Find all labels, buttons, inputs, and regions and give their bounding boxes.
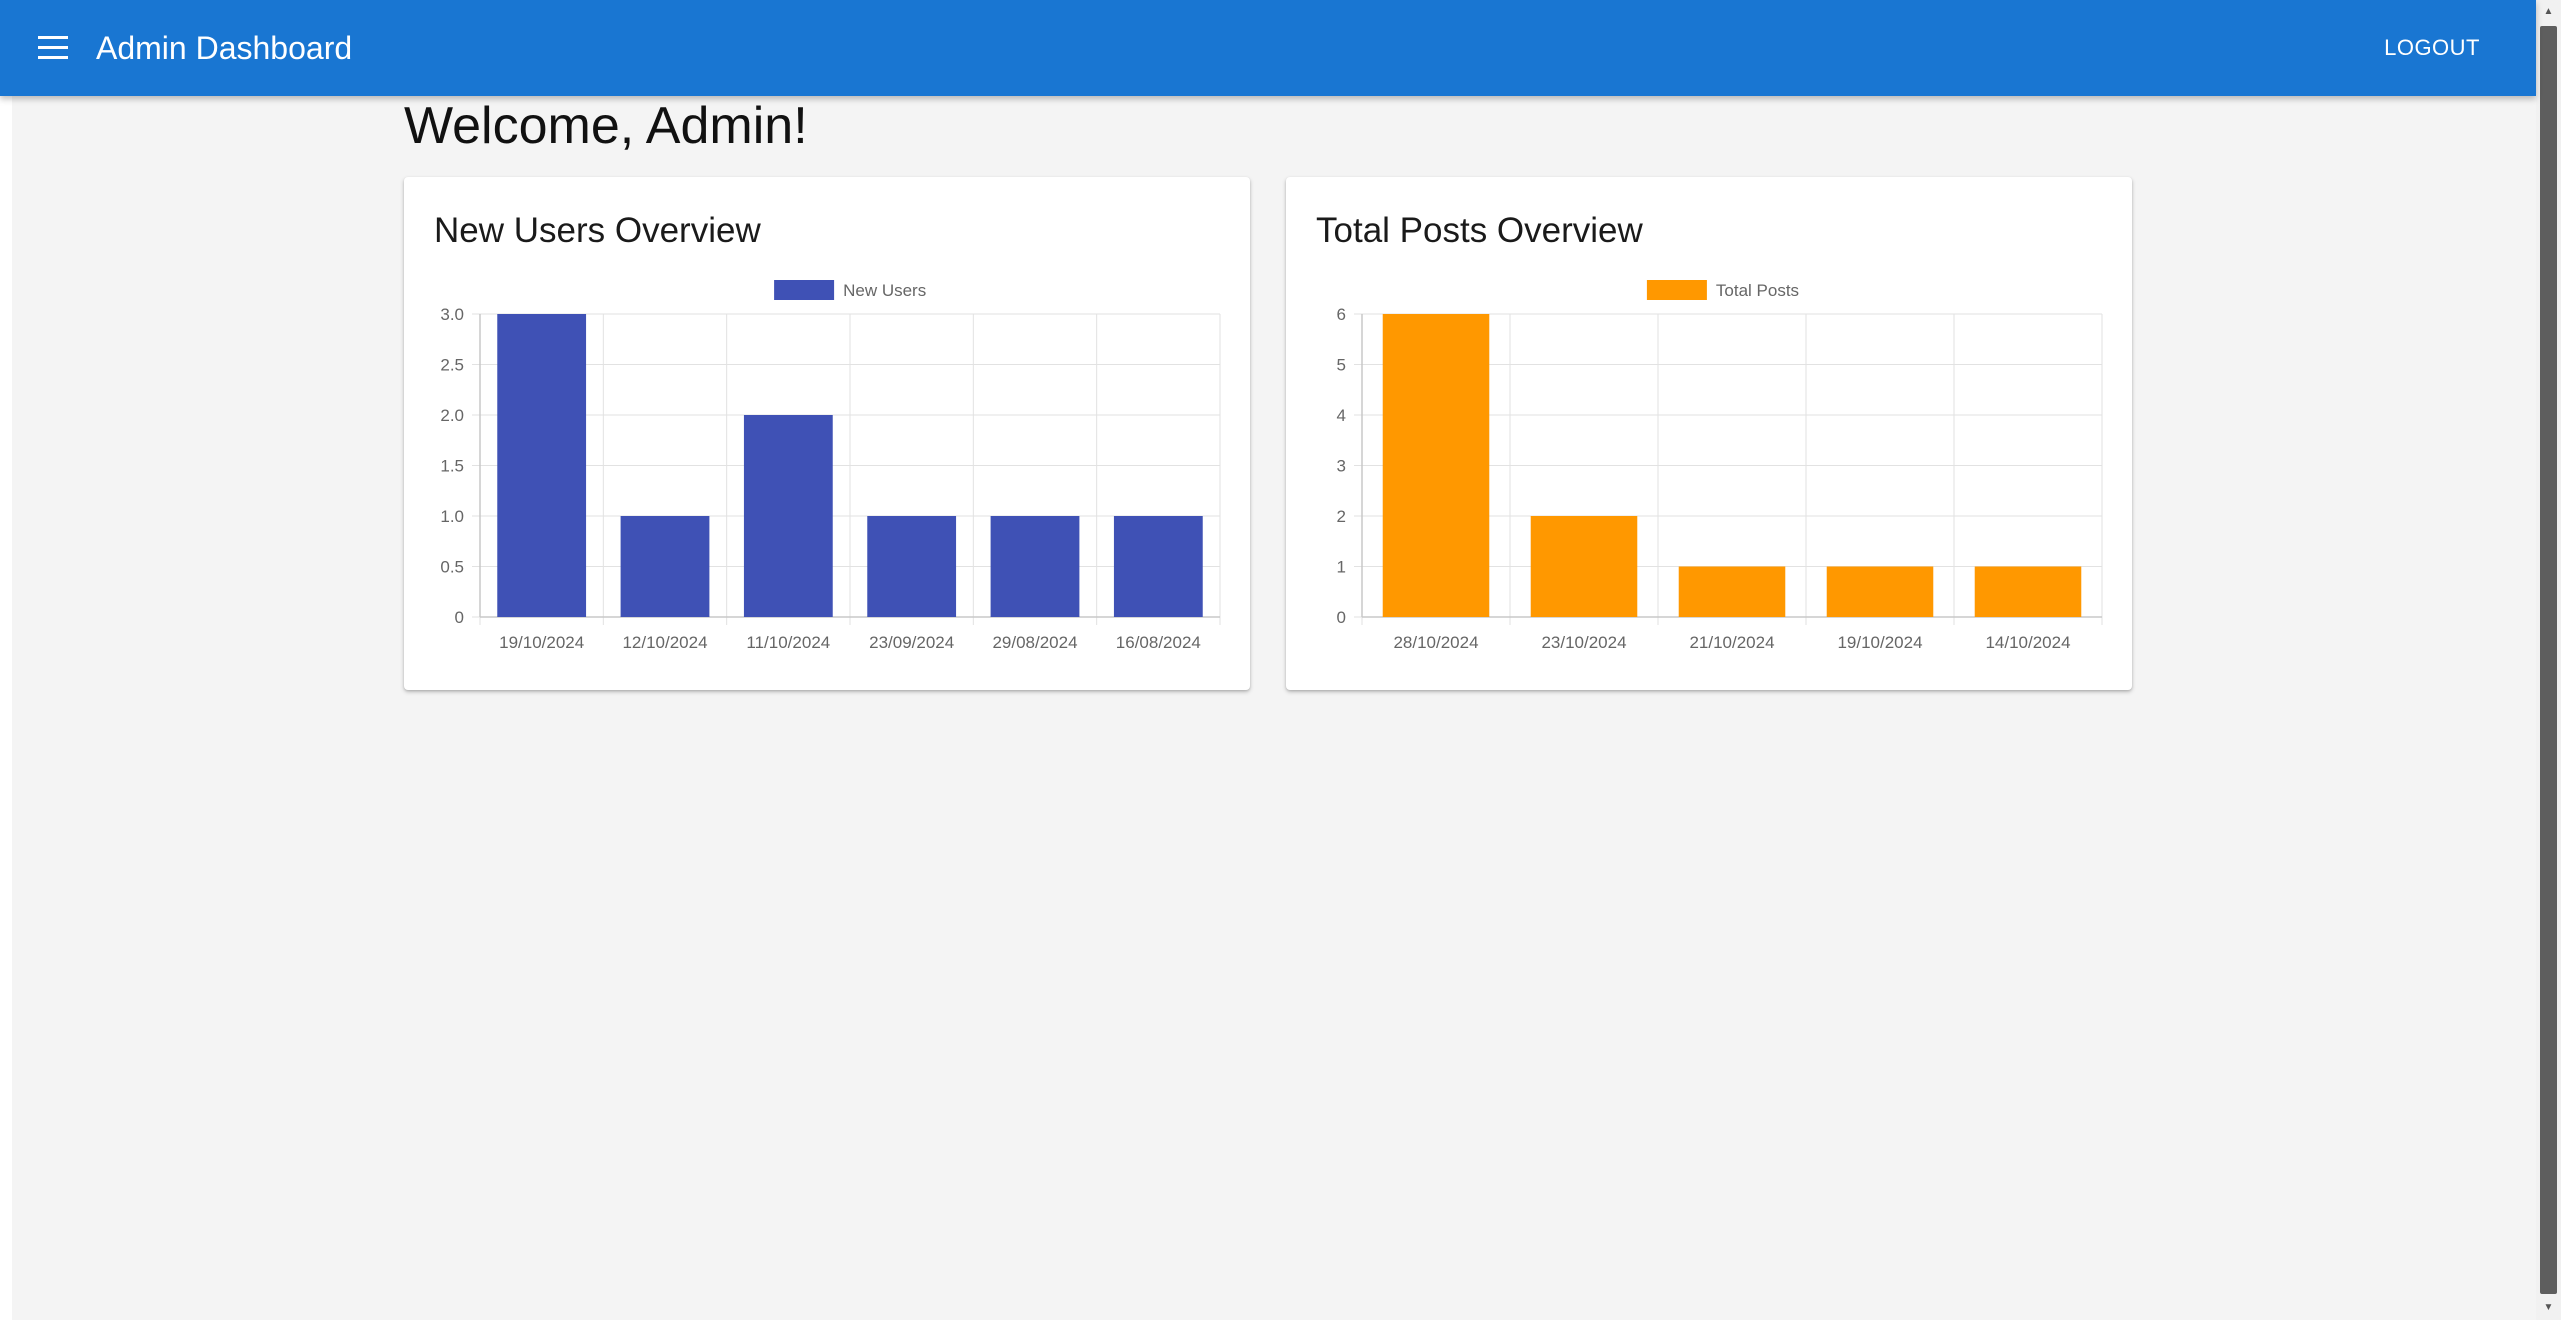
x-tick-label: 19/10/2024 [1837,633,1922,652]
y-tick-label: 0 [1337,608,1346,627]
bar [1113,516,1203,617]
bar [1826,566,1934,617]
total-posts-card: Total Posts Overview 0 1 2 3 4 5 6 28/10/2024 23… [1286,177,2132,690]
y-tick-label: 1.0 [440,507,464,526]
vertical-scrollbar[interactable]: ▲ ▼ [2536,0,2561,1320]
logout-button[interactable]: LOGOUT [2368,28,2496,68]
bar [1678,566,1786,617]
y-tick-label: 3.0 [440,305,464,324]
legend-swatch [1646,280,1707,300]
scroll-up-arrow-icon[interactable]: ▲ [2536,0,2561,24]
bar [990,516,1080,617]
total-posts-bar-chart: 0 1 2 3 4 5 6 28/10/2024 23/10/2024 21/10/2024 19/… [1337,280,2103,652]
bar [743,415,833,617]
bar [1974,566,2082,617]
y-tick-label: 0.5 [440,558,464,577]
new-users-bar-chart: 0 0.5 1.0 1.5 2.0 2.5 3.0 19/10/2024 12/10/2024 1… [440,280,1221,652]
bar [1530,516,1638,617]
x-tick-label: 29/08/2024 [992,633,1077,652]
hamburger-menu-icon[interactable] [38,36,68,60]
y-tick-label: 6 [1337,305,1346,324]
y-tick-label: 2 [1337,507,1346,526]
legend-label: Total Posts [1716,281,1799,300]
y-tick-label: 1 [1337,558,1346,577]
y-tick-label: 2.0 [440,406,464,425]
x-tick-label: 28/10/2024 [1393,633,1478,652]
y-tick-label: 0 [455,608,464,627]
x-tick-label: 12/10/2024 [622,633,707,652]
x-tick-label: 23/10/2024 [1541,633,1626,652]
y-tick-label: 5 [1337,356,1346,375]
y-tick-label: 2.5 [440,356,464,375]
legend-swatch [774,280,835,300]
app-bar: Admin Dashboard LOGOUT [0,0,2536,96]
y-tick-label: 1.5 [440,457,464,476]
bar [620,516,710,617]
new-users-card: New Users Overview 0 0.5 1.0 1.5 2.0 2.5 3.0 19… [404,177,1250,690]
x-tick-label: 14/10/2024 [1985,633,2070,652]
scrollbar-thumb[interactable] [2540,26,2557,1294]
app-title: Admin Dashboard [96,30,353,66]
bar [497,314,587,617]
y-tick-label: 4 [1337,406,1346,425]
x-tick-label: 11/10/2024 [746,633,830,652]
x-tick-label: 21/10/2024 [1689,633,1774,652]
x-tick-label: 19/10/2024 [499,633,584,652]
page-left-edge [0,0,12,1320]
x-tick-label: 23/09/2024 [869,633,954,652]
legend-label: New Users [843,281,926,300]
y-tick-label: 3 [1337,457,1346,476]
bar [1382,314,1490,617]
scroll-down-arrow-icon[interactable]: ▼ [2536,1296,2561,1320]
bar [867,516,957,617]
welcome-heading: Welcome, Admin! [404,97,808,155]
x-tick-label: 16/08/2024 [1116,633,1201,652]
